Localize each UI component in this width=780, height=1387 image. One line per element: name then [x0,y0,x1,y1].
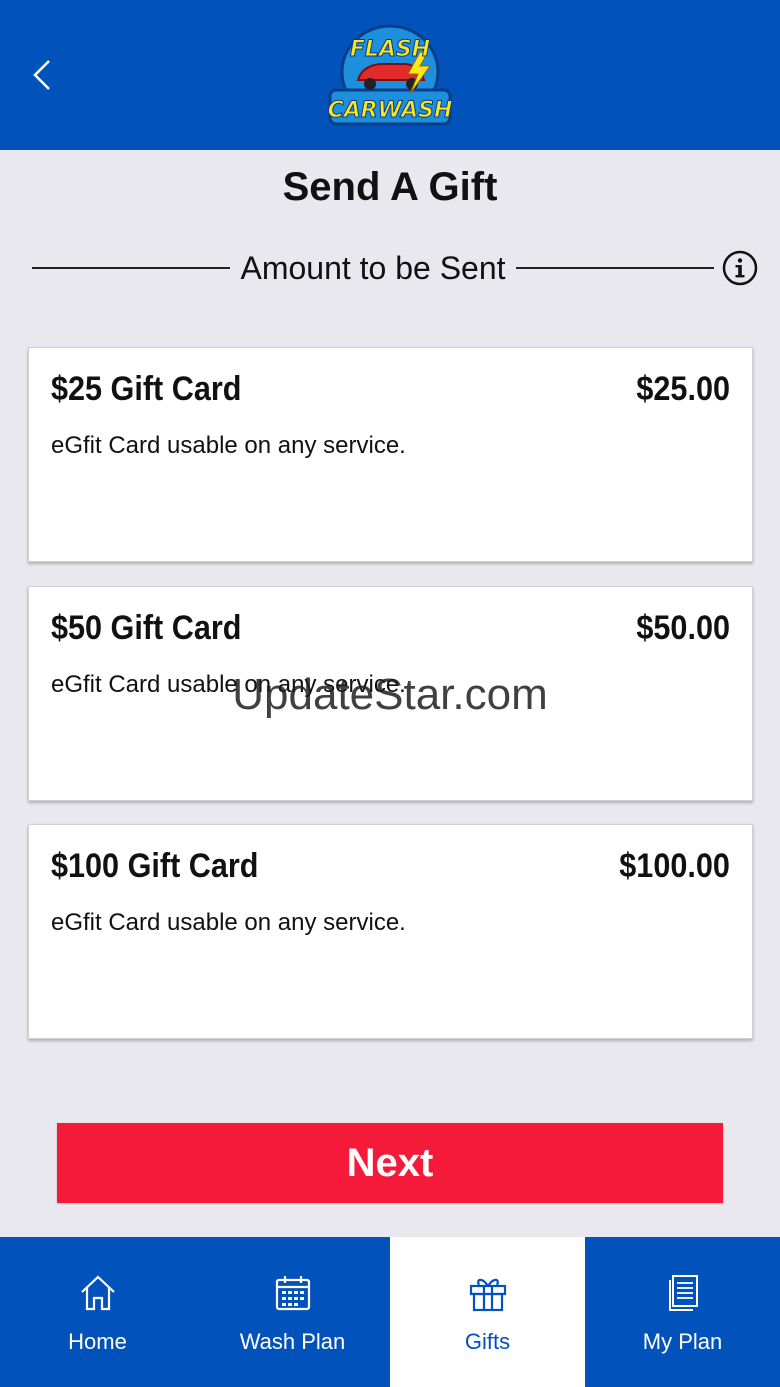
gift-card-description: eGfit Card usable on any service. [51,909,406,936]
gift-card-name: $25 Gift Card [51,370,242,408]
bottom-nav: Home Wash Plan Gifts My Plan [0,1237,780,1387]
nav-label: Gifts [464,1329,511,1354]
gift-card-price: $25.00 [636,370,730,408]
nav-item-my-plan[interactable]: My Plan [585,1237,780,1387]
gift-card-description: eGfit Card usable on any service. [51,671,406,698]
gift-card-price: $100.00 [619,847,730,885]
nav-item-home[interactable]: Home [0,1237,195,1387]
gift-icon [469,1278,506,1312]
info-icon[interactable] [722,250,758,286]
nav-item-wash-plan[interactable]: Wash Plan [195,1237,390,1387]
gift-card-price: $50.00 [636,609,730,647]
page-title: Send A Gift [282,165,498,209]
gift-card-description: eGfit Card usable on any service. [51,432,406,459]
chevron-left-icon [33,60,50,90]
section-label: Amount to be Sent [240,249,506,286]
gift-card-50[interactable]: $50 Gift Card $50.00 eGfit Card usable o… [28,586,753,801]
calendar-icon [275,1276,310,1311]
nav-label: Home [68,1329,127,1354]
nav-label: Wash Plan [239,1329,346,1354]
gift-card-25[interactable]: $25 Gift Card $25.00 eGfit Card usable o… [28,347,753,562]
home-icon [80,1275,115,1311]
svg-text:FLASH: FLASH [350,37,430,62]
nav-item-gifts[interactable]: Gifts [390,1237,585,1387]
document-icon [668,1275,698,1311]
nav-label: My Plan [642,1329,723,1354]
flash-carwash-logo: FLASH CARWASH [327,22,453,128]
back-button[interactable] [22,52,62,98]
divider-line-right [515,267,714,269]
app-header: FLASH CARWASH [0,0,780,150]
section-divider: Amount to be Sent [32,245,758,291]
divider-line-left [32,267,231,269]
next-button[interactable]: Next [57,1123,723,1203]
gift-card-100[interactable]: $100 Gift Card $100.00 eGfit Card usable… [28,824,753,1039]
svg-text:CARWASH: CARWASH [328,98,452,123]
gift-card-name: $100 Gift Card [51,847,259,885]
gift-card-name: $50 Gift Card [51,609,242,647]
